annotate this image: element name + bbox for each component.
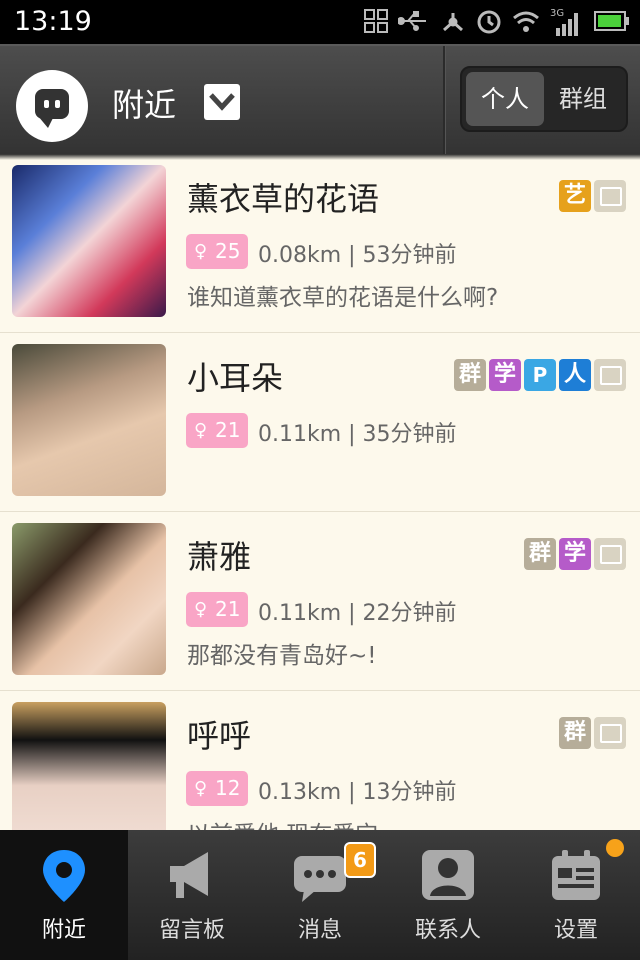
signal-icon: 3G [550,8,584,36]
tab-label: 附近 [41,918,86,943]
group-tag-icon: 群 [454,359,486,391]
battery-icon [594,10,630,36]
age-value: 12 [215,776,241,800]
avatar[interactable] [12,344,166,496]
signature: 那都没有青岛好~! [187,643,377,669]
network-type: 3G [550,8,565,19]
status-bar: 13:19 3G [0,0,640,44]
study-tag-icon: 学 [559,538,591,570]
status-time: 13:19 [14,6,92,37]
age-badge: ♀ 21 [186,413,248,448]
photo-icon [594,180,626,212]
group-tag-icon: 群 [524,538,556,570]
contact-icon [422,850,474,900]
bottom-tab-bar: 附近 留言板 消息 联系人 设置 6 [0,830,640,960]
app-logo[interactable] [16,70,88,142]
location-pin-icon [43,850,85,902]
age-badge: ♀ 12 [186,771,248,806]
tab-nearby[interactable]: 附近 [0,830,128,960]
list-item[interactable]: 呼呼 ♀ 12 0.13km | 13分钟前 以前爱他,现在爱它 群 [0,691,640,830]
chat-bubble-icon [294,856,346,902]
usb-icon [397,11,430,35]
segment-individual[interactable]: 个人 [466,72,544,126]
female-icon: ♀ [194,241,208,262]
distance-time: 0.08km | 53分钟前 [258,243,457,268]
messages-count-badge: 6 [344,842,376,878]
calendar-settings-icon [552,850,600,900]
avatar[interactable] [12,702,166,830]
distance-time: 0.11km | 35分钟前 [258,422,457,447]
tag-list: 群 [559,717,626,749]
age-value: 21 [215,418,241,442]
female-icon: ♀ [194,420,208,441]
tab-label: 联系人 [414,918,481,943]
user-name: 薰衣草的花语 [187,180,380,218]
avatar[interactable] [12,523,166,675]
tag-list: 艺 [559,180,626,212]
grid-icon [364,9,388,37]
age-badge: ♀ 25 [186,234,248,269]
chevron-down-icon [209,93,235,111]
user-name: 小耳朵 [187,359,284,397]
megaphone-icon [170,852,208,898]
tag-list: 群 学 [524,538,626,570]
tab-label: 设置 [553,918,598,943]
chat-face-icon [35,89,69,119]
tag-list: 群 学 P 人 [454,359,626,391]
avatar[interactable] [12,165,166,317]
page-title[interactable]: 附近 [112,80,176,126]
people-tag-icon: 人 [559,359,591,391]
tab-message-board[interactable]: 留言板 [128,830,256,960]
tab-label: 留言板 [158,918,225,943]
dropdown-button[interactable] [204,84,240,120]
verified-p-icon: P [524,359,556,391]
age-value: 21 [215,597,241,621]
female-icon: ♀ [194,599,208,620]
list-item[interactable]: 薰衣草的花语 ♀ 25 0.08km | 53分钟前 谁知道薰衣草的花语是什么啊… [0,154,640,333]
wifi-icon [512,9,540,37]
alarm-icon [476,8,502,38]
photo-icon [594,717,626,749]
distance-time: 0.11km | 22分钟前 [258,601,457,626]
photo-icon [594,538,626,570]
segment-control: 个人 群组 [460,66,628,132]
user-name: 呼呼 [187,717,252,755]
signature: 谁知道薰衣草的花语是什么啊? [187,285,499,311]
tab-label: 消息 [297,918,342,943]
age-badge: ♀ 21 [186,592,248,627]
distance-time: 0.13km | 13分钟前 [258,780,457,805]
share-icon [440,9,466,37]
list-item[interactable]: 萧雅 ♀ 21 0.11km | 22分钟前 那都没有青岛好~! 群 学 [0,512,640,691]
user-name: 萧雅 [187,538,252,576]
female-icon: ♀ [194,778,208,799]
status-icons: 3G [364,8,630,38]
art-tag-icon: 艺 [559,180,591,212]
age-value: 25 [215,239,241,263]
header-divider [443,46,446,154]
segment-group[interactable]: 群组 [544,72,622,126]
app-header: 附近 个人 群组 [0,44,640,154]
list-item[interactable]: 小耳朵 ♀ 21 0.11km | 35分钟前 群 学 P 人 [0,333,640,512]
group-tag-icon: 群 [559,717,591,749]
tab-contacts[interactable]: 联系人 [384,830,512,960]
settings-notification-dot [606,839,624,857]
study-tag-icon: 学 [489,359,521,391]
photo-icon [594,359,626,391]
nearby-user-list[interactable]: 薰衣草的花语 ♀ 25 0.08km | 53分钟前 谁知道薰衣草的花语是什么啊… [0,154,640,830]
signature: 以前爱他,现在爱它 [187,815,378,830]
